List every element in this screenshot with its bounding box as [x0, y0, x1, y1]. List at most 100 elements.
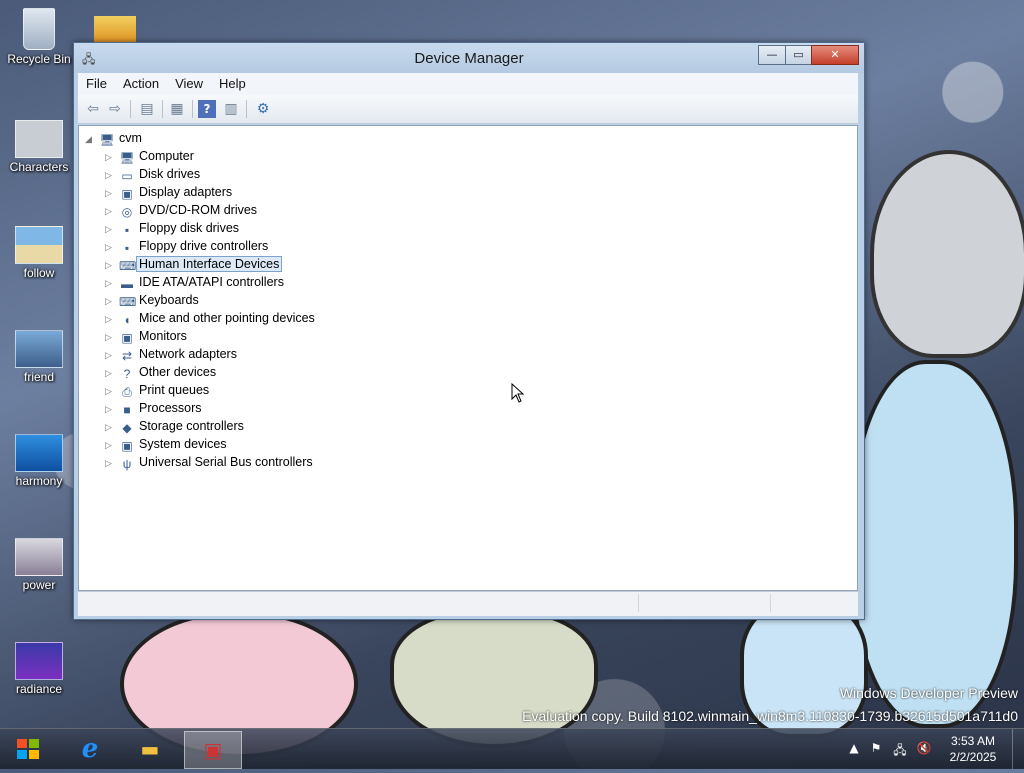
expand-arrow-icon[interactable]: ▷ [105, 328, 117, 346]
tree-node-label: Universal Serial Bus controllers [139, 455, 313, 469]
expand-arrow-icon[interactable]: ▷ [105, 202, 117, 220]
tree-node[interactable]: ▷ ▬ IDE ATA/ATAPI controllers [85, 273, 315, 291]
device-tree: ◢ 🖥 cvm ▷ 🖥 Computer ▷ ▭ Disk drives ▷ ▣ Display a… [85, 129, 315, 471]
tree-node-label: Mice and other pointing devices [139, 311, 315, 325]
tree-node[interactable]: ▷ ▣ System devices [85, 435, 315, 453]
desktop-icon-label: Characters [9, 160, 69, 174]
watermark-title: Windows Developer Preview [839, 685, 1018, 701]
expand-arrow-icon[interactable]: ▷ [105, 166, 117, 184]
network-icon[interactable]: 🖧 [892, 741, 908, 757]
mouse-cursor-icon [511, 383, 525, 403]
tree-node[interactable]: ▷? Other devices [85, 363, 315, 381]
menu-help[interactable]: Help [211, 73, 254, 94]
floppy-icon: ▪ [124, 223, 130, 237]
tree-node[interactable]: ▷ ⌨ Human Interface Devices [85, 255, 315, 273]
tree-node-label: Storage controllers [139, 419, 244, 433]
tree-node[interactable]: ▷ ■ Processors [85, 399, 315, 417]
expand-arrow-icon[interactable]: ▷ [105, 184, 117, 202]
tree-node[interactable]: ▷ ⇄ Network adapters [85, 345, 315, 363]
tree-node[interactable]: ▷ ▣ Display adapters [85, 183, 315, 201]
device-tree-pane[interactable]: ◢ 🖥 cvm ▷ 🖥 Computer ▷ ▭ Disk drives ▷ ▣ Display a… [78, 125, 858, 591]
desktop-icon-power[interactable]: power [4, 538, 74, 592]
tree-node[interactable]: ▷ ⎙ Print queues [85, 381, 315, 399]
toolbar: ⇦ ⇨ ▤ ▦ ? ▥ ⚙ [78, 95, 858, 124]
expand-arrow-icon[interactable]: ▷ [105, 310, 117, 328]
expand-arrow-icon[interactable]: ▷ [105, 292, 117, 310]
forward-icon[interactable]: ⇨ [106, 100, 124, 118]
expand-arrow-icon[interactable]: ▷ [105, 238, 117, 256]
expand-arrow-icon[interactable]: ▷ [105, 346, 117, 364]
desktop-icon-friend[interactable]: friend [4, 330, 74, 384]
volume-muted-icon[interactable]: 🔇 [916, 741, 932, 757]
tree-node-label: Display adapters [139, 185, 233, 199]
expand-arrow-icon[interactable]: ▷ [105, 256, 117, 274]
taskbar: e ▬ ▣ ▲ ⚑ 🖧 🔇 3:53 AM 2/2/2025 [0, 728, 1024, 769]
expand-arrow-icon[interactable]: ▷ [105, 382, 117, 400]
tree-node[interactable]: ▷ ψ Universal Serial Bus controllers [85, 453, 315, 471]
desktop-icon-radiance[interactable]: radiance [4, 642, 74, 696]
tree-root-label: cvm [119, 131, 142, 145]
menu-file[interactable]: File [78, 73, 115, 94]
expand-arrow-icon[interactable]: ▷ [105, 274, 117, 292]
expand-arrow-icon[interactable]: ▷ [105, 220, 117, 238]
back-icon[interactable]: ⇦ [84, 100, 102, 118]
tree-node[interactable]: ▷ ◆ Storage controllers [85, 417, 315, 435]
action-center-flag-icon[interactable]: ⚑ [868, 741, 884, 757]
tree-node[interactable]: ▷ ◎ DVD/CD-ROM drives [85, 201, 315, 219]
device-manager-taskbar-button[interactable]: ▣ [184, 731, 242, 769]
view-icon[interactable]: ▥ [222, 100, 240, 118]
collapse-arrow-icon[interactable]: ◢ [85, 130, 97, 148]
desktop-icon-sunflower[interactable] [94, 16, 136, 44]
menu-action[interactable]: Action [115, 73, 167, 94]
desktop-icon-characters[interactable]: Characters [4, 120, 74, 174]
tree-node-label: Floppy drive controllers [139, 239, 269, 253]
toolbar-separator [130, 100, 131, 118]
expand-arrow-icon[interactable]: ▷ [105, 148, 117, 166]
tree-node[interactable]: ▷ ▭ Disk drives [85, 165, 315, 183]
menu-bar: File Action View Help [78, 73, 858, 95]
close-button[interactable]: ✕ [811, 45, 859, 65]
tree-node[interactable]: ▷ ▪ Floppy drive controllers [85, 237, 315, 255]
tree-node[interactable]: ▷ 🖥 Computer [85, 147, 315, 165]
system-devices-icon: ▣ [121, 439, 133, 453]
tree-node[interactable]: ▷ ◖ Mice and other pointing devices [85, 309, 315, 327]
desktop-icon-recycle-bin[interactable]: Recycle Bin [4, 8, 74, 66]
update-driver-icon[interactable]: ⚙ [254, 100, 272, 118]
start-button[interactable] [0, 731, 56, 767]
properties-icon[interactable]: ▤ [138, 100, 156, 118]
file-explorer-button[interactable]: ▬ [122, 731, 178, 767]
menu-view[interactable]: View [167, 73, 211, 94]
scan-icon[interactable]: ▦ [168, 100, 186, 118]
tree-root[interactable]: ◢ 🖥 cvm [85, 129, 315, 147]
maximize-button[interactable]: ▭ [785, 45, 812, 65]
expand-arrow-icon[interactable]: ▷ [105, 418, 117, 436]
desktop-icon-harmony[interactable]: harmony [4, 434, 74, 488]
desktop-icon-follow[interactable]: follow [4, 226, 74, 280]
tree-node[interactable]: ▷ ▣ Monitors [85, 327, 315, 345]
desktop-icon-label: follow [23, 266, 55, 280]
help-icon[interactable]: ? [198, 100, 216, 118]
tree-node-label: Computer [139, 149, 194, 163]
wallpaper-character [870, 150, 1024, 358]
show-hidden-icons-icon[interactable]: ▲ [846, 741, 862, 757]
device-manager-icon: ▣ [203, 738, 223, 762]
expand-arrow-icon[interactable]: ▷ [105, 364, 117, 382]
tree-node[interactable]: ▷ ▪ Floppy disk drives [85, 219, 315, 237]
expand-arrow-icon[interactable]: ▷ [105, 436, 117, 454]
show-desktop-button[interactable] [1012, 729, 1024, 769]
expand-arrow-icon[interactable]: ▷ [105, 400, 117, 418]
clock[interactable]: 3:53 AM 2/2/2025 [946, 733, 1000, 765]
desktop-icon-label: Recycle Bin [7, 52, 71, 66]
expand-arrow-icon[interactable]: ▷ [105, 454, 117, 472]
disk-drive-icon: ▭ [121, 169, 133, 183]
status-bar [78, 591, 858, 616]
clock-time: 3:53 AM [950, 734, 996, 748]
tree-node[interactable]: ▷ ⌨ Keyboards [85, 291, 315, 309]
folder-image-icon [15, 120, 63, 158]
internet-explorer-button[interactable]: e [62, 731, 118, 767]
device-manager-window: 🖧 Device Manager — ▭ ✕ File Action View Hel… [73, 42, 865, 620]
title-bar[interactable]: 🖧 Device Manager — ▭ ✕ [74, 43, 864, 73]
minimize-button[interactable]: — [758, 45, 786, 65]
tree-node-label: Disk drives [139, 167, 201, 181]
usb-icon: ψ [122, 457, 132, 471]
